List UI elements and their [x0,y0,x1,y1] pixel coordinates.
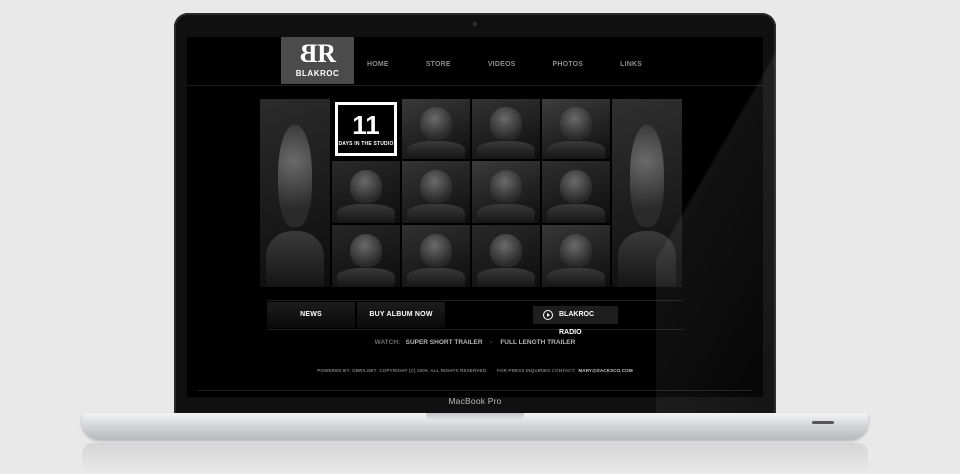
copyright-text: COPYRIGHT (C) 2009. ALL RIGHTS RESERVED. [379,368,488,373]
site-footer: POWERED BY: DBRS.NET COPYRIGHT (C) 2009.… [187,368,763,373]
nav-links[interactable]: LINKS [620,61,642,73]
news-button[interactable]: NEWS [267,302,355,328]
photo-tile-10 [401,224,471,288]
photo-tile-4 [611,98,683,288]
laptop-screen: BR BLAKROC HOME STORE VIDEOS PHOTOS LINK… [187,37,763,397]
watch-separator: - [490,339,493,346]
blakroc-radio-button[interactable]: BLAKROC RADIO [533,306,618,336]
watch-links: WATCH: SUPER SHORT TRAILER - FULL LENGTH… [187,339,763,346]
photo-tile-8 [541,160,611,224]
footer-divider [197,390,753,391]
photo-tile-11 [471,224,541,288]
photo-tile-guitarist [259,98,331,288]
full-length-trailer-link[interactable]: FULL LENGTH TRAILER [500,339,575,346]
main-nav: HOME STORE VIDEOS PHOTOS LINKS [367,61,679,73]
nav-photos[interactable]: PHOTOS [552,61,583,73]
nav-videos[interactable]: VIDEOS [488,61,516,73]
days-in-studio-promo[interactable]: 11 DAYS IN THE STUDIO [331,98,401,160]
photo-tile-3 [541,98,611,160]
press-text: FOR PRESS INQUIRIES CONTACT: [497,368,576,373]
device-label: MacBook Pro [448,396,502,406]
radio-label: BLAKROC RADIO [559,311,594,336]
laptop-lid: BR BLAKROC HOME STORE VIDEOS PHOTOS LINK… [174,13,776,415]
nav-store[interactable]: STORE [426,61,451,73]
photo-tile-9 [331,224,401,288]
super-short-trailer-link[interactable]: SUPER SHORT TRAILER [406,339,483,346]
days-label: DAYS IN THE STUDIO [338,141,394,147]
photo-collage: 11 DAYS IN THE STUDIO [259,98,683,288]
action-bar: NEWS BUY ALBUM NOW BLAKROC RADIO [267,300,683,336]
buy-album-button[interactable]: BUY ALBUM NOW [357,302,445,328]
watch-label: WATCH: [374,339,401,346]
logo-wordmark: BLAKROC [295,69,340,78]
press-email-link[interactable]: MARY@SACKSCO.COM [578,368,632,373]
photo-tile-1 [401,98,471,160]
days-count: 11 [352,110,380,140]
base-notch [426,413,524,420]
photo-tile-2 [471,98,541,160]
camera-icon [473,22,477,26]
laptop-base [82,413,868,439]
site-logo[interactable]: BR BLAKROC [281,37,354,84]
photo-tile-12 [541,224,611,288]
laptop-reflection [82,443,868,474]
powered-by-text[interactable]: POWERED BY: DBRS.NET [317,368,376,373]
nav-home[interactable]: HOME [367,61,389,73]
logo-mark: BR [305,39,336,68]
site-header: BR BLAKROC HOME STORE VIDEOS PHOTOS LINK… [187,37,763,86]
play-icon [543,310,553,320]
photo-tile-5 [331,160,401,224]
sleep-indicator [812,421,834,424]
photo-tile-7 [471,160,541,224]
photo-tile-6 [401,160,471,224]
